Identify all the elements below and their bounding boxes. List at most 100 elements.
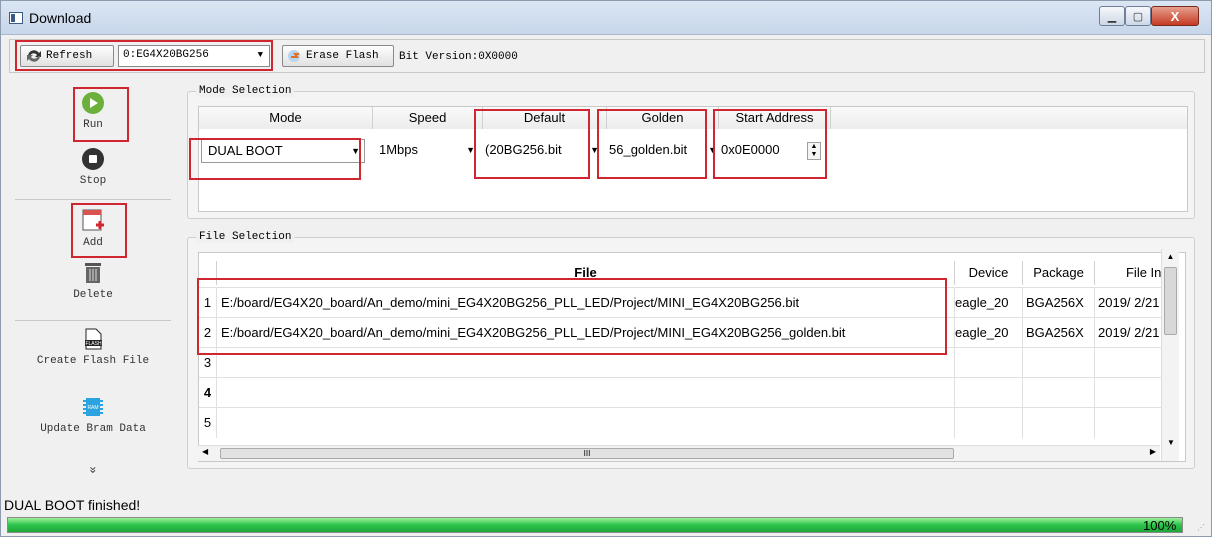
title-bar[interactable]: Download ▁ ▢ X: [1, 1, 1211, 35]
chevron-double-down-icon: »: [85, 466, 100, 474]
create-flash-file-label: Create Flash File: [36, 355, 150, 367]
table-row[interactable]: 4: [199, 377, 1169, 408]
status-message: DUAL BOOT finished!: [4, 497, 141, 513]
download-window: Download ▁ ▢ X Refresh 0:EG4X20BG256 ▼ E…: [0, 0, 1212, 537]
window-title: Download: [29, 10, 92, 26]
run-label: Run: [83, 119, 103, 131]
erase-flash-label: Erase Flash: [306, 50, 379, 62]
scroll-thumb[interactable]: [1164, 267, 1177, 335]
device-cell: [955, 378, 1023, 408]
start-address-value: 0x0E0000: [721, 142, 780, 157]
package-cell: BGA256X: [1023, 318, 1095, 348]
golden-file-select[interactable]: 56_golden.bit ▼: [607, 139, 719, 163]
file-path-cell: E:/board/EG4X20_board/An_demo/mini_EG4X2…: [217, 288, 955, 318]
speed-select[interactable]: 1Mbps ▼: [373, 139, 479, 163]
maximize-button[interactable]: ▢: [1125, 6, 1151, 26]
delete-button[interactable]: Delete: [9, 261, 177, 307]
file-info-cell: [1095, 348, 1169, 378]
scroll-up-icon[interactable]: ▲: [1162, 249, 1179, 265]
minimize-button[interactable]: ▁: [1099, 6, 1125, 26]
table-row[interactable]: 5: [199, 407, 1169, 438]
chevron-down-icon: ▼: [590, 145, 599, 155]
mode-table: Mode Speed Default Golden Start Address …: [198, 106, 1188, 212]
delete-label: Delete: [73, 289, 113, 301]
sidebar: Run Stop Add Delete FLASH Create Flash F…: [9, 77, 177, 491]
flash-file-icon: FLASH: [85, 328, 102, 350]
file-table-vertical-scrollbar[interactable]: ▲ ▼: [1161, 249, 1179, 461]
resize-grip-icon[interactable]: ⋰: [1197, 523, 1205, 532]
file-table-horizontal-scrollbar[interactable]: ◀ III ▶: [198, 445, 1160, 461]
start-address-spinbox[interactable]: 0x0E0000 ▲ ▼: [719, 139, 829, 163]
table-row[interactable]: 1 E:/board/EG4X20_board/An_demo/mini_EG4…: [199, 287, 1169, 318]
mode-header-filler: [831, 107, 1187, 129]
file-path-cell: [217, 408, 955, 438]
stop-button[interactable]: Stop: [9, 147, 177, 193]
run-button[interactable]: Run: [9, 91, 177, 137]
default-file-value: (20BG256.bit: [485, 142, 562, 157]
mode-selection-group: Mode Selection Mode Speed Default Golden…: [187, 85, 1195, 219]
package-cell: [1023, 348, 1095, 378]
scroll-left-icon[interactable]: ◀: [202, 447, 208, 456]
row-number: 2: [199, 318, 217, 348]
table-row[interactable]: 3: [199, 347, 1169, 378]
hscroll-thumb[interactable]: III: [220, 448, 954, 459]
minimize-icon: ▁: [1107, 10, 1117, 23]
scroll-right-icon[interactable]: ▶: [1150, 447, 1156, 456]
golden-file-value: 56_golden.bit: [609, 142, 688, 157]
package-cell: BGA256X: [1023, 288, 1095, 318]
erase-flash-button[interactable]: Erase Flash: [282, 45, 394, 67]
sidebar-divider: [15, 320, 171, 321]
mode-header-mode: Mode: [199, 107, 373, 129]
mode-select[interactable]: DUAL BOOT ▼: [201, 139, 365, 163]
bit-version-label: Bit Version:0X0000: [399, 51, 518, 63]
refresh-icon: [27, 50, 41, 62]
mode-header-golden: Golden: [607, 107, 719, 129]
progress-fill: [8, 518, 1182, 532]
more-expand-button[interactable]: »: [9, 463, 177, 483]
file-header-info: File Inf: [1095, 261, 1169, 285]
package-cell: [1023, 378, 1095, 408]
row-number: 1: [199, 288, 217, 318]
refresh-button[interactable]: Refresh: [20, 45, 114, 67]
file-header-file: File: [217, 261, 955, 285]
file-info-cell: [1095, 378, 1169, 408]
file-path-cell: E:/board/EG4X20_board/An_demo/mini_EG4X2…: [217, 318, 955, 348]
file-info-cell: [1095, 408, 1169, 438]
file-selection-title: File Selection: [196, 231, 295, 243]
file-path-cell: [217, 348, 955, 378]
mode-selection-title: Mode Selection: [196, 85, 295, 97]
device-selected-value: 0:EG4X20BG256: [123, 49, 209, 61]
file-table: File Device Package File Inf 1 E:/board/…: [198, 252, 1186, 462]
package-cell: [1023, 408, 1095, 438]
progress-label: 100%: [1143, 518, 1177, 533]
spin-updown-icon[interactable]: ▲ ▼: [807, 142, 821, 160]
table-row[interactable]: 2 E:/board/EG4X20_board/An_demo/mini_EG4…: [199, 317, 1169, 348]
default-file-select[interactable]: (20BG256.bit ▼: [483, 139, 599, 163]
create-flash-file-button[interactable]: FLASH Create Flash File: [9, 327, 177, 377]
chevron-down-icon: ▼: [708, 145, 717, 155]
file-header-package: Package: [1023, 261, 1095, 285]
erase-icon: [288, 50, 300, 62]
scroll-down-icon[interactable]: ▼: [1162, 438, 1180, 447]
update-bram-data-button[interactable]: RAM Update Bram Data: [9, 395, 177, 445]
device-select[interactable]: 0:EG4X20BG256 ▼: [118, 45, 270, 67]
add-file-icon: [82, 209, 104, 231]
file-path-cell: [217, 378, 955, 408]
device-cell: eagle_20: [955, 318, 1023, 348]
chevron-down-icon: ▼: [257, 50, 263, 60]
mode-header-default: Default: [483, 107, 607, 129]
play-icon: [82, 92, 104, 114]
device-cell: eagle_20: [955, 288, 1023, 318]
mode-value: DUAL BOOT: [208, 143, 283, 158]
add-button[interactable]: Add: [9, 207, 177, 253]
mode-header-speed: Speed: [373, 107, 483, 129]
close-button[interactable]: X: [1151, 6, 1199, 26]
device-cell: [955, 408, 1023, 438]
file-header-rownum: [199, 261, 217, 285]
file-selection-group: File Selection File Device Package File …: [187, 231, 1195, 469]
close-icon: X: [1170, 8, 1180, 24]
stop-label: Stop: [79, 175, 107, 187]
update-bram-data-label: Update Bram Data: [40, 423, 146, 435]
mode-header-start-address: Start Address: [719, 107, 831, 129]
maximize-icon: ▢: [1132, 10, 1144, 23]
